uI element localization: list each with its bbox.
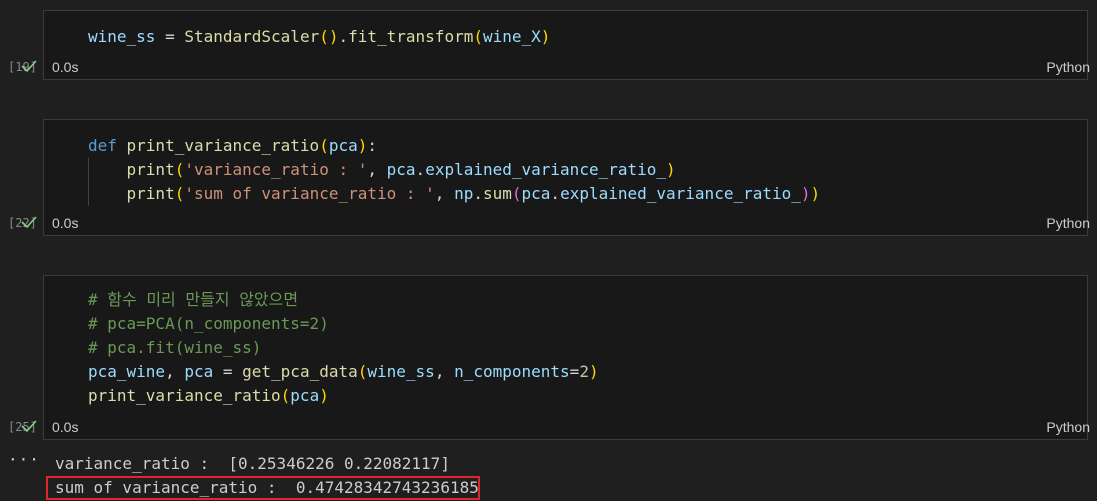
cell-code[interactable]: wine_ss = StandardScaler().fit_transform…: [88, 25, 550, 49]
code-token: 'sum of variance_ratio : ': [184, 184, 435, 203]
code-token: fit_transform: [348, 27, 474, 46]
code-token: ,: [165, 362, 185, 381]
code-token: 2: [579, 362, 589, 381]
code-cell-22[interactable]: def print_variance_ratio(pca): print('va…: [43, 119, 1088, 236]
cell-code[interactable]: def print_variance_ratio(pca): print('va…: [88, 134, 820, 206]
code-token: ): [588, 362, 599, 381]
code-token: def: [88, 136, 127, 155]
code-line[interactable]: # 함수 미리 만들지 않았으면: [88, 288, 599, 312]
code-token: (: [280, 386, 291, 405]
code-token: wine_ss: [367, 362, 435, 381]
code-token: ,: [367, 160, 387, 179]
code-token: wine_X: [482, 27, 541, 46]
check-icon: [21, 60, 37, 73]
code-token: pca_wine: [88, 362, 166, 381]
execution-time: 0.0s: [52, 419, 79, 435]
code-cell-19[interactable]: wine_ss = StandardScaler().fit_transform…: [43, 10, 1088, 80]
code-token: # pca=PCA(n_components=2): [88, 314, 329, 333]
execution-time: 0.0s: [52, 215, 79, 231]
code-token: pca: [328, 136, 358, 155]
cell-language-label[interactable]: Python: [1046, 419, 1090, 435]
output-more-actions[interactable]: ···: [8, 450, 40, 469]
code-token: ,: [434, 362, 455, 381]
code-line[interactable]: print('sum of variance_ratio : ', np.sum…: [88, 182, 821, 206]
code-token: sum: [482, 184, 512, 203]
check-icon: [21, 420, 37, 433]
code-token: ): [319, 386, 329, 405]
code-token: ): [810, 184, 821, 203]
code-token: pca: [386, 160, 416, 179]
code-line[interactable]: print('variance_ratio : ', pca.explained…: [88, 158, 820, 182]
code-token: (: [174, 160, 185, 179]
code-token: pca: [290, 386, 320, 405]
code-token: print: [126, 184, 175, 203]
code-token: ): [666, 160, 676, 179]
code-token: n_components: [454, 362, 570, 381]
code-token: .: [473, 184, 483, 203]
code-token: (: [319, 136, 329, 155]
code-token: :: [367, 136, 378, 155]
cell-code[interactable]: # 함수 미리 만들지 않았으면 # pca=PCA(n_components=2…: [88, 288, 599, 408]
code-token: pca: [184, 362, 214, 381]
code-token: ): [357, 136, 368, 155]
code-token: (): [319, 27, 339, 46]
code-token: .: [550, 184, 561, 203]
cell-language-label[interactable]: Python: [1046, 59, 1090, 75]
code-line[interactable]: # pca.fit(wine_ss): [88, 336, 599, 360]
check-icon: [21, 216, 37, 229]
code-token: =: [569, 362, 580, 381]
code-token: # 함수 미리 만들지 않았으면: [88, 290, 299, 309]
code-token: (: [473, 27, 483, 46]
code-token: get_pca_data: [242, 362, 358, 381]
code-token: ): [540, 27, 551, 46]
code-token: .: [338, 27, 349, 46]
code-token: (: [511, 184, 522, 203]
code-token: (: [174, 184, 185, 203]
code-token: wine_ss: [88, 27, 156, 46]
code-token: StandardScaler: [184, 27, 320, 46]
code-line[interactable]: # pca=PCA(n_components=2): [88, 312, 599, 336]
code-token: ): [800, 184, 811, 203]
code-token: print_variance_ratio: [126, 136, 320, 155]
code-token: =: [155, 27, 185, 46]
cell-language-label[interactable]: Python: [1046, 215, 1090, 231]
code-token: print: [126, 160, 175, 179]
code-line[interactable]: pca_wine, pca = get_pca_data(wine_ss, n_…: [88, 360, 599, 384]
code-cell-25[interactable]: # 함수 미리 만들지 않았으면 # pca=PCA(n_components=2…: [43, 275, 1088, 440]
code-token: ,: [434, 184, 455, 203]
code-token: .: [415, 160, 426, 179]
code-token: pca: [521, 184, 551, 203]
code-line[interactable]: wine_ss = StandardScaler().fit_transform…: [88, 25, 550, 49]
code-line[interactable]: print_variance_ratio(pca): [88, 384, 599, 408]
code-token: explained_variance_ratio_: [425, 160, 667, 179]
output-line-variance-ratio: variance_ratio : [0.25346226 0.22082117]: [55, 454, 450, 473]
highlight-box: [46, 476, 480, 500]
code-token: print_variance_ratio: [88, 386, 281, 405]
code-token: explained_variance_ratio_: [560, 184, 801, 203]
code-token: (: [357, 362, 368, 381]
code-line[interactable]: def print_variance_ratio(pca):: [88, 134, 820, 158]
code-token: # pca.fit(wine_ss): [88, 338, 262, 357]
code-token: np: [454, 184, 474, 203]
code-token: =: [213, 362, 243, 381]
execution-time: 0.0s: [52, 59, 79, 75]
code-token: 'variance_ratio : ': [184, 160, 368, 179]
